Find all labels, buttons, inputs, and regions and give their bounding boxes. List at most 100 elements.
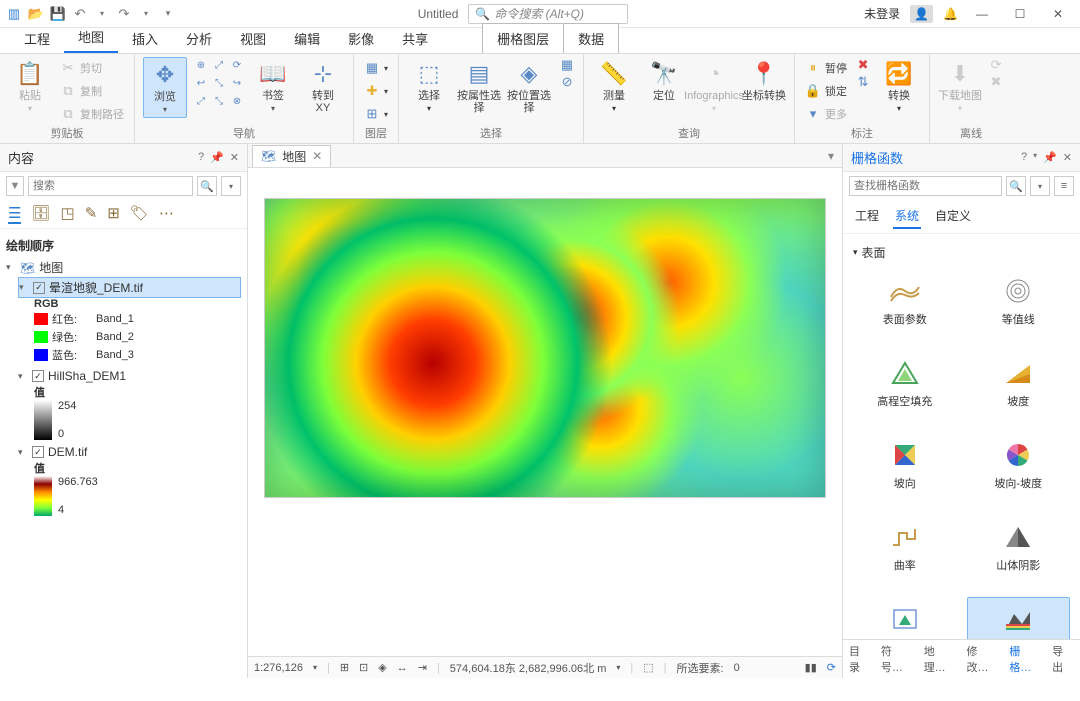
panel-help-icon[interactable]: ? bbox=[1021, 151, 1027, 164]
redo-dropdown-icon[interactable]: ▾ bbox=[138, 6, 154, 22]
list-by-labeling-icon[interactable]: 🏷 bbox=[130, 204, 149, 224]
layer-checkbox[interactable]: ✓ bbox=[33, 282, 45, 294]
cut-button[interactable]: ✂剪切 bbox=[58, 57, 126, 79]
list-by-source-icon[interactable]: 🗄 bbox=[31, 204, 50, 224]
view-tabs-dropdown-icon[interactable]: ▾ bbox=[820, 149, 842, 163]
open-project-icon[interactable]: 📂 bbox=[28, 6, 44, 22]
list-more-icon[interactable]: ⋯ bbox=[159, 204, 174, 224]
close-button[interactable]: ✕ bbox=[1044, 4, 1072, 24]
layer-checkbox[interactable]: ✓ bbox=[32, 446, 44, 458]
notifications-icon[interactable]: 🔔 bbox=[943, 7, 958, 21]
snap-icon[interactable]: ⊡ bbox=[359, 661, 368, 674]
layer-checkbox[interactable]: ✓ bbox=[32, 370, 44, 382]
map-view-tab[interactable]: 🗺 地图 ✕ bbox=[252, 145, 331, 167]
tab-insert[interactable]: 插入 bbox=[118, 24, 172, 53]
view-unplaced-icon[interactable]: ✖ bbox=[855, 57, 871, 73]
contents-search-input[interactable] bbox=[28, 176, 193, 196]
pause-labels-button[interactable]: ⏸暂停 bbox=[803, 57, 849, 79]
add-preset-button[interactable]: ⊞▾ bbox=[362, 103, 390, 125]
lock-labels-button[interactable]: 🔒锁定 bbox=[803, 80, 849, 102]
tab-imagery[interactable]: 影像 bbox=[334, 24, 388, 53]
convert-labels-button[interactable]: 🔁转换▾ bbox=[877, 57, 921, 116]
raster-menu-icon[interactable]: ≡ bbox=[1054, 176, 1074, 196]
contents-search-button[interactable]: 🔍 bbox=[197, 176, 217, 196]
copy-button[interactable]: ⧉复制 bbox=[58, 80, 126, 102]
list-by-snapping-icon[interactable]: ⊞ bbox=[107, 204, 120, 224]
select-by-attr-button[interactable]: ▤按属性选择 bbox=[457, 57, 501, 117]
sync-icon[interactable]: ⟳ bbox=[988, 57, 1004, 73]
panel-autohide-icon[interactable]: 📌 bbox=[210, 151, 224, 164]
save-project-icon[interactable]: 💾 bbox=[50, 6, 66, 22]
basemap-button[interactable]: ▦▾ bbox=[362, 57, 390, 79]
bookmarks-button[interactable]: 📖 书签 ▾ bbox=[251, 57, 295, 116]
undo-dropdown-icon[interactable]: ▾ bbox=[94, 6, 110, 22]
tab-share[interactable]: 共享 bbox=[388, 24, 442, 53]
raster-search-button[interactable]: 🔍 bbox=[1006, 176, 1026, 196]
fn-elev-void-fill[interactable]: 高程空填充 bbox=[853, 351, 957, 415]
fn-aspect[interactable]: 坡向 bbox=[853, 433, 957, 497]
coords-dropdown-icon[interactable]: ▾ bbox=[616, 663, 620, 672]
pause-draw-icon[interactable]: ▮▮ bbox=[805, 661, 817, 674]
source-icon[interactable]: ⬚ bbox=[643, 661, 653, 674]
select-button[interactable]: ⬚选择▾ bbox=[407, 57, 451, 116]
measure-button[interactable]: 📏测量▾ bbox=[592, 57, 636, 116]
scale-dropdown-icon[interactable]: ▾ bbox=[313, 663, 317, 672]
locate-button[interactable]: 🔭定位 bbox=[642, 57, 686, 105]
fn-shaded-relief[interactable]: 晕渲地貌 bbox=[967, 597, 1071, 639]
fn-curvature[interactable]: 曲率 bbox=[853, 515, 957, 579]
list-by-drawing-icon[interactable]: ☰ bbox=[8, 204, 21, 224]
map-node[interactable]: ▾ 🗺 地图 bbox=[6, 258, 241, 277]
explore-button[interactable]: ✥ 浏览 ▾ bbox=[143, 57, 187, 118]
panel-close-icon[interactable]: ✕ bbox=[1063, 151, 1072, 164]
scale-display[interactable]: 1:276,126 bbox=[254, 662, 303, 674]
label-priority-icon[interactable]: ⇅ bbox=[855, 74, 871, 90]
qat-customize-icon[interactable]: ▾ bbox=[160, 6, 176, 22]
bottom-tab-symbology[interactable]: 符号… bbox=[881, 643, 914, 675]
refresh-icon[interactable]: ⟳ bbox=[827, 661, 836, 674]
clear-sel-icon[interactable]: ⊘ bbox=[559, 74, 575, 90]
map-view[interactable] bbox=[248, 168, 842, 656]
collapse-icon[interactable]: ▾ bbox=[853, 247, 858, 258]
expand-icon[interactable]: ▾ bbox=[18, 371, 28, 382]
nav-tools-grid[interactable]: ⊕⤢⟳ ↩⤡↪ ⤢⤡⊗ bbox=[193, 57, 245, 109]
infographics-button[interactable]: ◔Infographics▾ bbox=[692, 57, 736, 116]
bottom-tab-export[interactable]: 导出 bbox=[1052, 643, 1074, 675]
new-project-icon[interactable]: ▥ bbox=[6, 6, 22, 22]
login-status[interactable]: 未登录 bbox=[864, 5, 900, 22]
undo-icon[interactable]: ↶ bbox=[72, 6, 88, 22]
paste-button[interactable]: 📋 粘贴 ▾ bbox=[8, 57, 52, 116]
goto-xy-button[interactable]: ⊹ 转到 XY bbox=[301, 57, 345, 117]
filter-icon[interactable]: ▼ bbox=[6, 176, 24, 196]
tab-raster-layer[interactable]: 栅格图层 bbox=[482, 23, 564, 53]
bottom-tab-geoprocessing[interactable]: 地理… bbox=[924, 643, 957, 675]
expand-icon[interactable]: ▾ bbox=[6, 262, 16, 273]
raster-search-dropdown[interactable]: ▾ bbox=[1030, 176, 1050, 196]
bottom-tab-raster[interactable]: 栅格… bbox=[1009, 643, 1042, 675]
raster-tab-custom[interactable]: 自定义 bbox=[933, 204, 973, 229]
user-icon[interactable]: 👤 bbox=[910, 5, 933, 23]
contents-search-dropdown[interactable]: ▾ bbox=[221, 176, 241, 196]
section-surface[interactable]: ▾ 表面 bbox=[853, 244, 1070, 261]
layer-row-1[interactable]: ▾ ✓ HillSha_DEM1 bbox=[18, 368, 241, 384]
download-map-button[interactable]: ⬇下载地图▾ bbox=[938, 57, 982, 116]
coord-conv-button[interactable]: 📍坐标转换 bbox=[742, 57, 786, 105]
fn-surface-params[interactable]: 表面参数 bbox=[853, 269, 957, 333]
tab-view[interactable]: 视图 bbox=[226, 24, 280, 53]
expand-icon[interactable]: ▾ bbox=[19, 282, 29, 293]
fn-slope[interactable]: 坡度 bbox=[967, 351, 1071, 415]
raster-tab-system[interactable]: 系统 bbox=[893, 204, 921, 229]
panel-close-icon[interactable]: ✕ bbox=[230, 151, 239, 164]
tab-project[interactable]: 工程 bbox=[10, 24, 64, 53]
tab-data[interactable]: 数据 bbox=[564, 23, 619, 53]
command-search[interactable]: 🔍 命令搜索 (Alt+Q) bbox=[468, 4, 628, 24]
maximize-button[interactable]: ☐ bbox=[1006, 4, 1034, 24]
constraint-icon[interactable]: ⇥ bbox=[418, 661, 427, 674]
bottom-tab-modify[interactable]: 修改… bbox=[967, 643, 1000, 675]
map-canvas[interactable] bbox=[264, 198, 826, 498]
tab-analysis[interactable]: 分析 bbox=[172, 24, 226, 53]
list-by-selection-icon[interactable]: ◳ bbox=[61, 204, 75, 224]
tab-edit[interactable]: 编辑 bbox=[280, 24, 334, 53]
more-labels-button[interactable]: ▾更多 bbox=[803, 103, 849, 125]
raster-search-input[interactable] bbox=[849, 176, 1002, 196]
panel-autohide-icon[interactable]: 📌 bbox=[1043, 151, 1057, 164]
